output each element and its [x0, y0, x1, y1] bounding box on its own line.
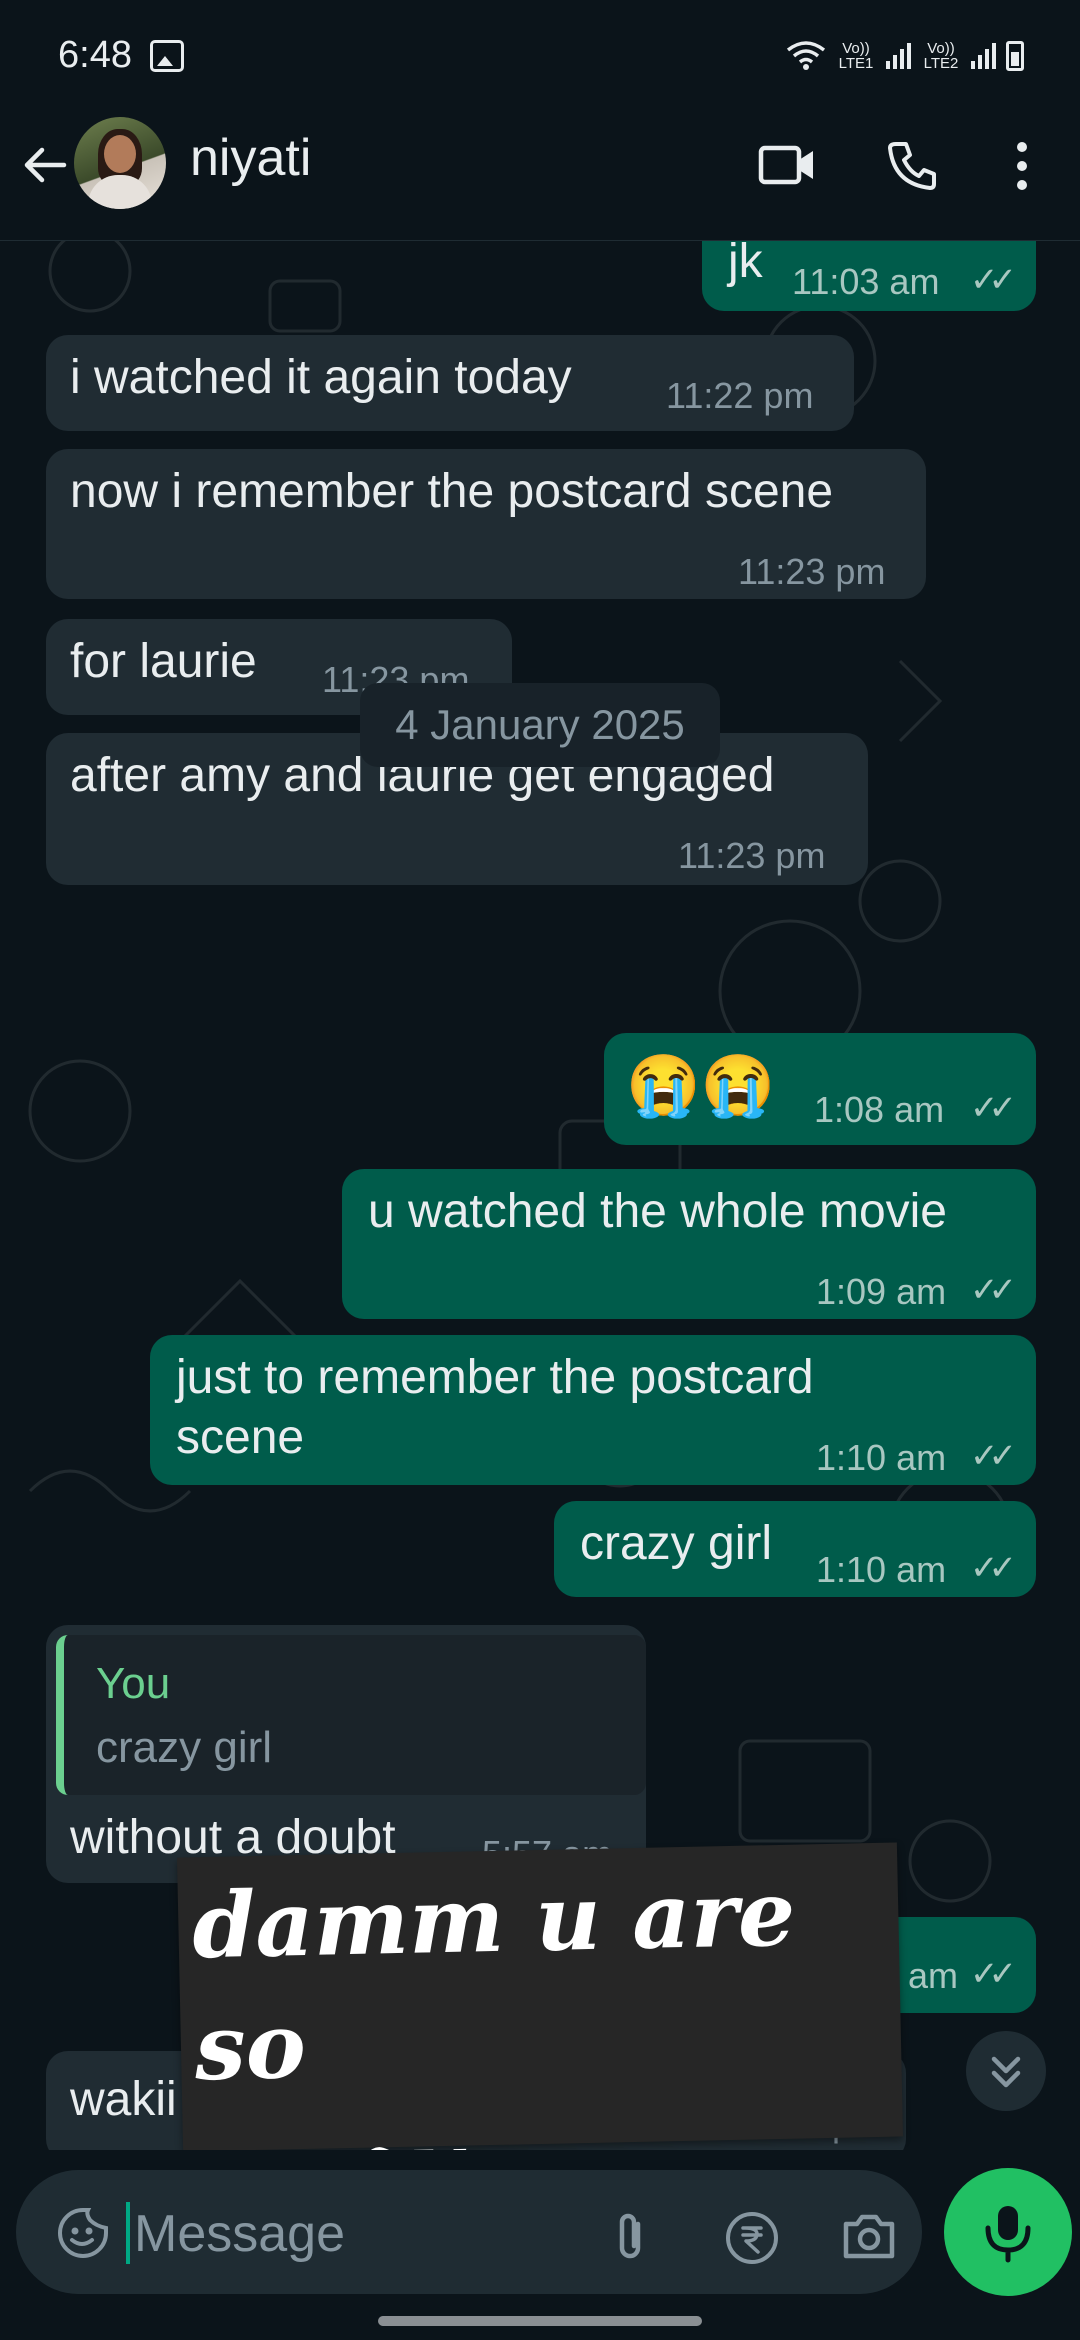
- read-receipt-icon: ✓✓: [970, 1549, 1017, 1587]
- emoji-sticker-icon[interactable]: [56, 2206, 110, 2260]
- message-input[interactable]: [132, 2198, 596, 2270]
- signal-1-icon: [886, 43, 911, 69]
- message-bubble-outgoing[interactable]: u watched the whole movie 1:09 am ✓✓: [342, 1169, 1036, 1319]
- message-time: 11:22 pm: [666, 375, 814, 416]
- date-separator: 4 January 2025: [360, 683, 720, 767]
- message-time: 1:08 am: [814, 1089, 945, 1130]
- message-text: u watched the whole movie: [368, 1185, 947, 1238]
- signal-2-icon: [971, 43, 996, 69]
- status-time: 6:48: [58, 34, 132, 76]
- message-text: wakii: [70, 2073, 177, 2126]
- message-composer: [0, 2150, 1080, 2340]
- message-text: for laurie: [70, 635, 257, 688]
- status-bar: 6:48 Vo)) LTE1 Vo)) LTE2: [0, 0, 1080, 110]
- message-text: jk: [728, 241, 763, 288]
- voice-message-button[interactable]: [944, 2168, 1072, 2296]
- quoted-author: You: [96, 1659, 171, 1708]
- message-text: i watched it again today: [70, 351, 572, 404]
- message-bubble-incoming[interactable]: i watched it again today 11:22 pm: [46, 335, 854, 431]
- message-bubble-outgoing[interactable]: just to remember the postcard scene 1:10…: [150, 1335, 1036, 1485]
- message-input-pill[interactable]: [16, 2170, 922, 2294]
- read-receipt-icon: ✓✓: [970, 1437, 1017, 1475]
- video-call-icon[interactable]: [758, 140, 816, 190]
- status-indicators: Vo)) LTE1 Vo)) LTE2: [786, 40, 1024, 72]
- message-bubble-outgoing[interactable]: jk 11:03 am ✓✓: [702, 241, 1036, 311]
- message-time: am: [908, 1955, 959, 1996]
- quoted-reply[interactable]: You crazy girl: [56, 1635, 646, 1795]
- scroll-to-bottom-button[interactable]: [966, 2031, 1046, 2111]
- back-arrow-icon[interactable]: [20, 140, 70, 190]
- wifi-icon: [786, 41, 826, 70]
- more-options-icon[interactable]: [1010, 140, 1034, 192]
- message-time: 11:23 pm: [738, 551, 886, 592]
- message-text-line-2: scene: [176, 1411, 305, 1464]
- avatar-face: [104, 135, 136, 173]
- message-bubble-incoming[interactable]: now i remember the postcard scene 11:23 …: [46, 449, 926, 599]
- sim1-label: Vo)) LTE1: [838, 40, 874, 72]
- read-receipt-icon: ✓✓: [970, 1089, 1017, 1127]
- voice-call-icon[interactable]: [886, 140, 938, 192]
- attach-paperclip-icon[interactable]: [608, 2210, 652, 2264]
- message-bubble-outgoing[interactable]: crazy girl 1:10 am ✓✓: [554, 1501, 1036, 1597]
- double-chevron-down-icon: [991, 2056, 1021, 2088]
- message-text: crazy girl: [580, 1517, 773, 1570]
- message-text-line-1: just to remember the postcard: [176, 1351, 814, 1404]
- contact-name[interactable]: niyati: [190, 128, 311, 188]
- battery-icon: [1006, 41, 1024, 71]
- avatar-body: [88, 175, 152, 209]
- sim2-label: Vo)) LTE2: [923, 40, 959, 72]
- microphone-icon: [985, 2206, 1031, 2263]
- message-bubble-incoming[interactable]: You crazy girl without a doubt 5:57 am: [46, 1625, 646, 1883]
- message-time: 11:23 pm: [678, 835, 826, 876]
- message-time: 11:03 am: [792, 261, 940, 302]
- rupee-payment-icon[interactable]: [724, 2210, 780, 2266]
- read-receipt-icon: ✓✓: [970, 1955, 1017, 1993]
- message-text: now i remember the postcard scene: [70, 465, 834, 518]
- message-emoji: 😭😭: [626, 1052, 776, 1119]
- read-receipt-icon: ✓✓: [970, 261, 1017, 299]
- contact-avatar[interactable]: [74, 117, 166, 209]
- message-time: 1:10 am: [816, 1437, 947, 1478]
- message-time: 1:09 am: [816, 1271, 947, 1312]
- gesture-home-bar[interactable]: [378, 2316, 702, 2326]
- handwritten-sticker-overlay: damm u are so crazy: [177, 1842, 903, 2223]
- message-time: 1:10 am: [816, 1549, 947, 1590]
- text-caret: [126, 2202, 130, 2264]
- gallery-notification-icon: [150, 40, 184, 72]
- read-receipt-icon: ✓✓: [970, 1271, 1017, 1309]
- message-bubble-outgoing[interactable]: 😭😭 1:08 am ✓✓: [604, 1033, 1036, 1145]
- camera-icon[interactable]: [840, 2210, 898, 2262]
- quoted-text: crazy girl: [96, 1723, 273, 1772]
